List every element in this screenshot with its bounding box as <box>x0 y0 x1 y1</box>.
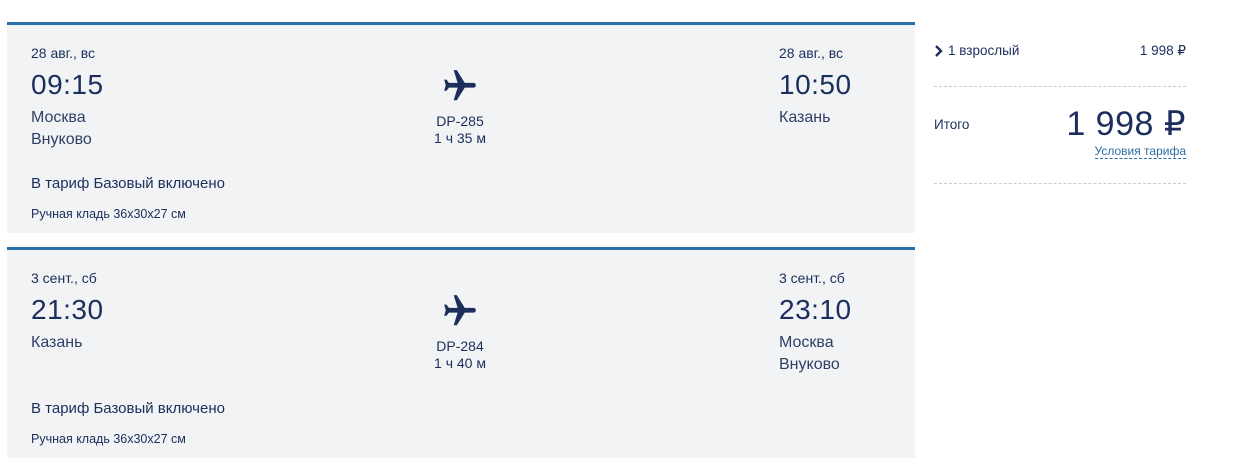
departure-date: 28 авг., вс <box>31 45 96 61</box>
summary-divider <box>934 86 1186 87</box>
flight-card-return: 3 сент., сб 21:30 Казань DP-284 1 ч 40 м… <box>7 247 915 458</box>
flight-card-outbound: 28 авг., вс 09:15 Москва Внуково DP-285 … <box>7 22 915 233</box>
total-label: Итого <box>934 117 970 132</box>
plane-icon <box>444 70 476 101</box>
flight-duration: 1 ч 35 м <box>434 130 486 146</box>
arrival-time: 23:10 <box>779 294 852 325</box>
tariff-conditions-link[interactable]: Условия тарифа <box>1094 144 1186 159</box>
departure-location: Москва Внуково <box>31 107 92 151</box>
flight-number: DP-284 <box>436 338 484 354</box>
passengers-label: 1 взрослый <box>948 43 1020 58</box>
arrival-location: Москва Внуково <box>779 332 840 376</box>
flight-info: DP-285 1 ч 35 м <box>407 67 513 146</box>
arrival-city: Казань <box>779 109 831 126</box>
fare-includes-title: В тариф Базовый включено <box>31 175 225 192</box>
flight-number: DP-285 <box>436 113 484 129</box>
summary-divider <box>934 183 1186 184</box>
departure-airport: Внуково <box>31 131 92 148</box>
departure-date: 3 сент., сб <box>31 270 97 286</box>
baggage-allowance: Ручная кладь 36x30x27 см <box>31 207 186 221</box>
arrival-city: Москва <box>779 334 834 351</box>
passengers-price: 1 998 ₽ <box>1139 43 1186 58</box>
departure-location: Казань <box>31 332 82 354</box>
price-summary: 1 взрослый 1 998 ₽ Итого 1 998 ₽ Условия… <box>934 22 1186 192</box>
departure-time: 09:15 <box>31 69 104 100</box>
arrival-date: 3 сент., сб <box>779 270 845 286</box>
total-price: 1 998 ₽ <box>1066 105 1186 143</box>
departure-city: Москва <box>31 109 86 126</box>
departure-city: Казань <box>31 334 83 351</box>
flight-duration: 1 ч 40 м <box>434 355 486 371</box>
arrival-airport: Внуково <box>779 356 840 373</box>
fare-includes-title: В тариф Базовый включено <box>31 400 225 417</box>
arrival-date: 28 авг., вс <box>779 45 844 61</box>
arrival-time: 10:50 <box>779 69 852 100</box>
departure-time: 21:30 <box>31 294 104 325</box>
passengers-row[interactable]: 1 взрослый 1 998 ₽ <box>934 42 1186 62</box>
flight-info: DP-284 1 ч 40 м <box>407 292 513 371</box>
arrival-location: Казань <box>779 107 830 129</box>
plane-icon <box>444 295 476 326</box>
chevron-right-icon <box>935 45 943 57</box>
baggage-allowance: Ручная кладь 36x30x27 см <box>31 432 186 446</box>
